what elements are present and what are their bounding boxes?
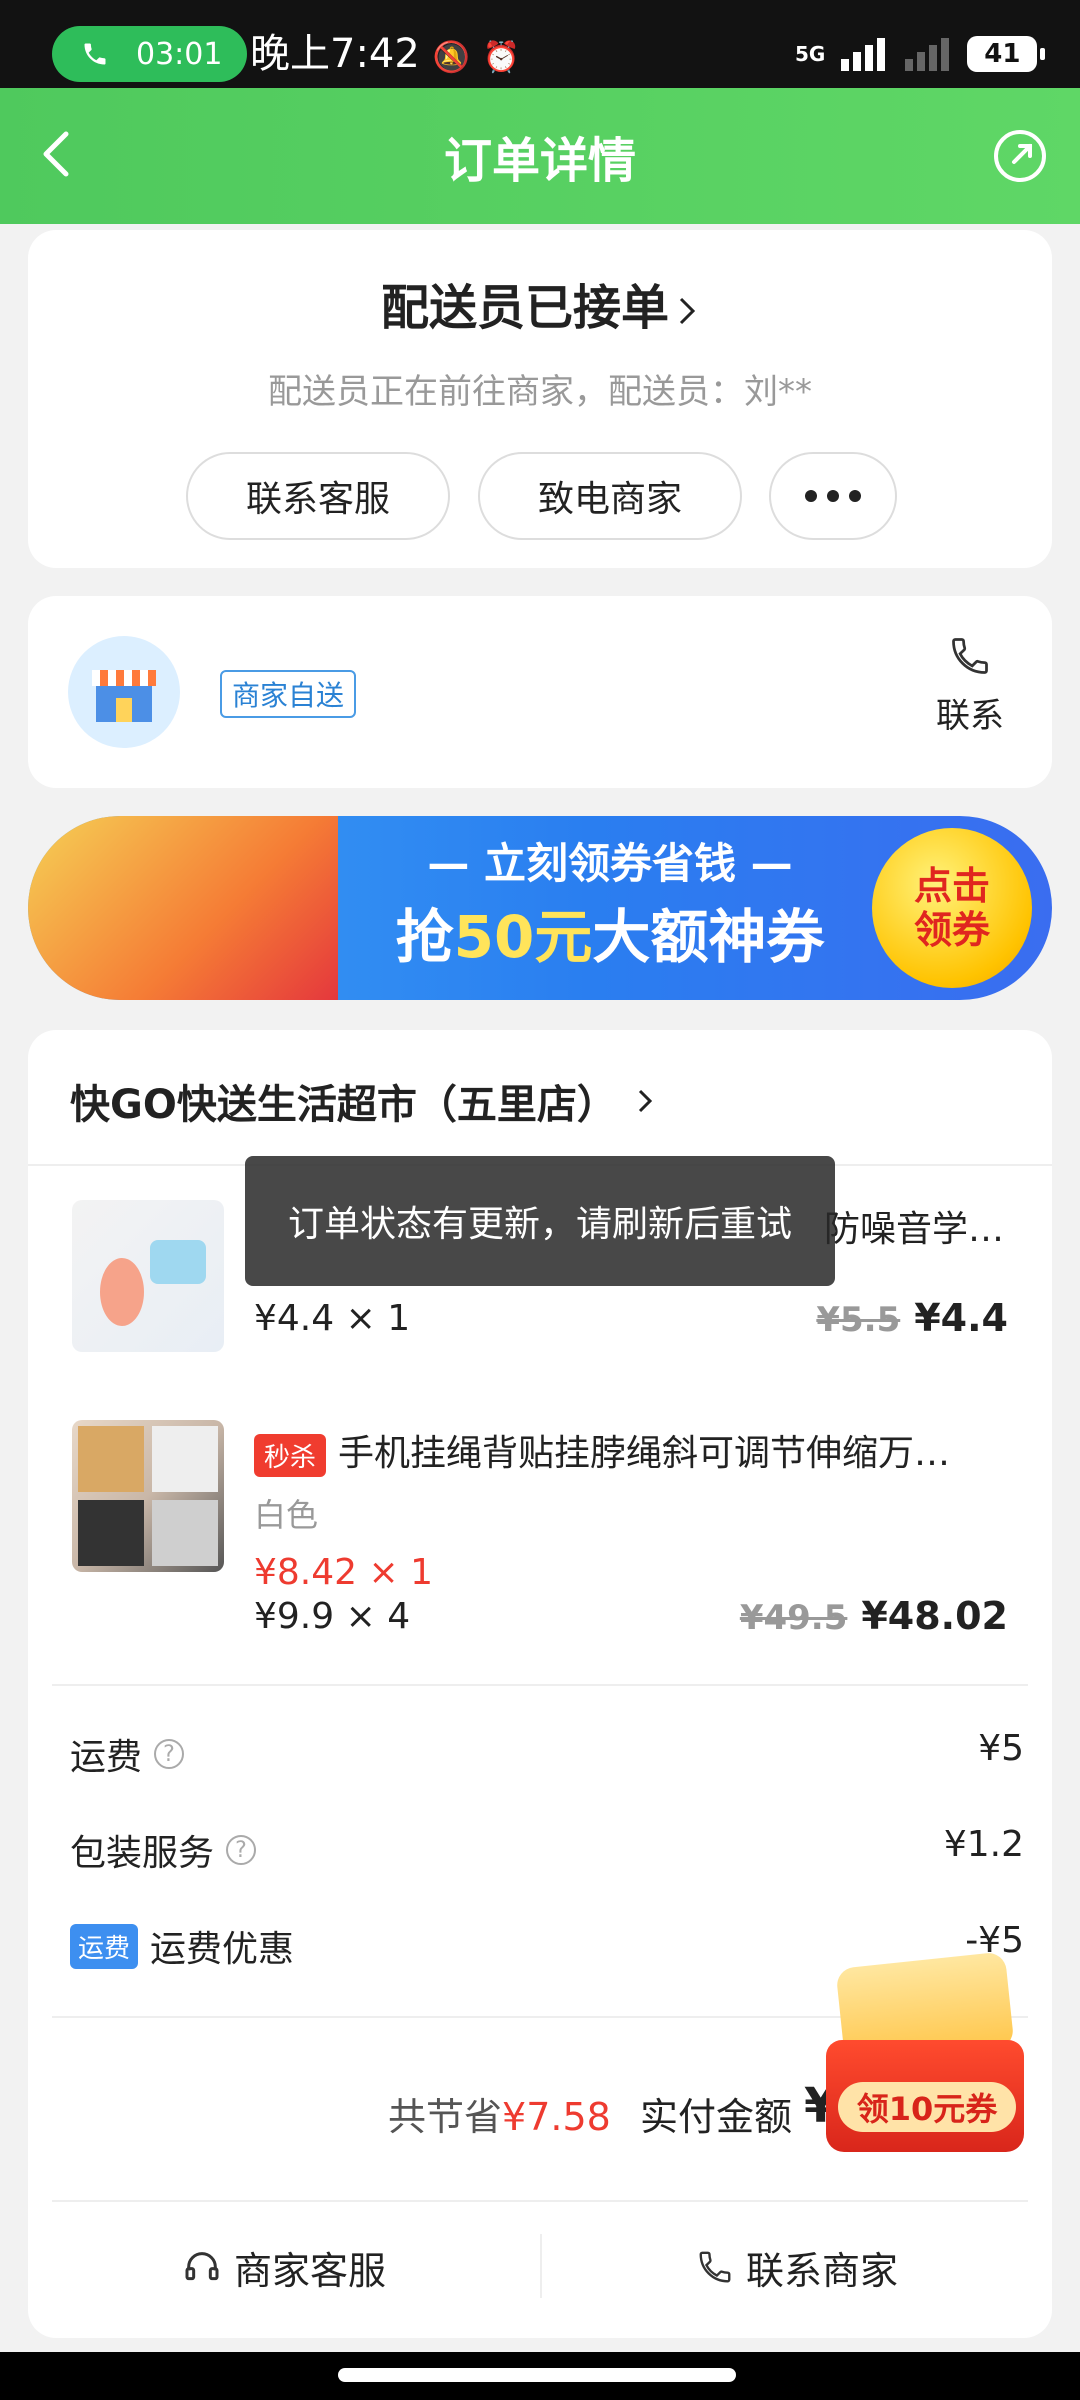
store-avatar (68, 636, 180, 748)
shipping-discount-text: 运费优惠 (150, 1929, 295, 1970)
banner-line1: — 立刻领券省钱 — (427, 839, 793, 888)
earplug-image (100, 1240, 206, 1326)
mascot-illustration (28, 816, 338, 1000)
contact-button[interactable]: 联系 (920, 634, 1020, 737)
battery-icon: 41 (967, 36, 1046, 72)
product-variant: 白色 (254, 1496, 319, 1534)
phone-lanyard-image (78, 1426, 218, 1566)
status-icons: 5G 41 (795, 32, 1046, 76)
phone-outline-icon (699, 2251, 731, 2283)
chevron-right-icon (638, 1089, 652, 1113)
contact-merchant-button[interactable]: 联系商家 (542, 2232, 1052, 2302)
battery-level: 41 (984, 39, 1021, 69)
toast-message: 订单状态有更新，请刷新后重试 (245, 1156, 835, 1286)
merchant-service-button[interactable]: 商家客服 (28, 2232, 540, 2302)
product-qty-price: ¥4.4 × 1 (254, 1298, 411, 1339)
banner-line2-suffix: 大额神券 (592, 903, 825, 971)
signal-icon (841, 38, 886, 71)
contact-merchant-label: 联系商家 (745, 2248, 898, 2293)
final-price: ¥4.4 (914, 1296, 1008, 1340)
shipping-fee-label: 运费? (70, 1728, 185, 1780)
flash-sale-badge: 秒杀 (254, 1433, 327, 1477)
shipping-fee-value: ¥5 (978, 1728, 1024, 1769)
merchant-service-label: 商家客服 (233, 2248, 386, 2293)
order-status-text: 配送员已接单 (380, 280, 669, 336)
order-status-title[interactable]: 配送员已接单 (0, 268, 1080, 338)
packaging-fee-label: 包装服务? (70, 1824, 257, 1876)
product-price: ¥49.5 ¥48.02 (740, 1594, 1008, 1638)
call-indicator-pill[interactable]: 03:01 (52, 26, 247, 82)
storefront-icon (92, 670, 156, 722)
contact-label: 联系 (936, 696, 1004, 736)
share-icon[interactable] (990, 126, 1050, 186)
store-name-link[interactable]: 快GO快送生活超市（五里店） (70, 1072, 655, 1130)
signal-icon-secondary (905, 38, 950, 71)
phone-outline-icon (952, 638, 988, 674)
store-name: 快GO快送生活超市（五里店） (70, 1082, 617, 1128)
paid-amount-label: 实付金额 (640, 2095, 793, 2139)
phone-icon (78, 37, 112, 71)
alarm-icon: ⏰ (482, 40, 520, 75)
more-dots-icon (805, 490, 861, 502)
original-price: ¥49.5 (739, 1598, 848, 1638)
banner-amount: 50元 (453, 903, 593, 971)
product-thumbnail[interactable] (72, 1200, 224, 1352)
network-type: 5G (795, 42, 826, 66)
flash-sale-qty-price: ¥8.42 × 1 (254, 1552, 434, 1593)
original-price: ¥5.5 (816, 1300, 901, 1340)
help-icon[interactable]: ? (154, 1739, 185, 1769)
banner-cta-button[interactable]: 点击领券 (872, 828, 1032, 988)
more-button[interactable] (769, 452, 897, 540)
divider (52, 2200, 1028, 2202)
help-icon[interactable]: ? (226, 1835, 257, 1865)
packaging-fee-text: 包装服务 (70, 1833, 215, 1874)
headset-icon (185, 2252, 219, 2281)
home-indicator[interactable] (338, 2368, 736, 2382)
chevron-right-icon (679, 297, 696, 325)
contact-service-button[interactable]: 联系客服 (186, 452, 450, 540)
delivery-type-tag: 商家自送 (220, 670, 357, 718)
banner-line2: 抢50元大额神券 (300, 890, 920, 974)
page-title: 订单详情 (443, 133, 636, 189)
clock-time: 晚上7:42 (250, 31, 420, 77)
shipping-fee-text: 运费 (70, 1737, 143, 1778)
savings-label: 共节省 (388, 2095, 503, 2139)
savings-summary: 共节省¥7.58 (388, 2086, 611, 2141)
claim-coupon-button[interactable]: 领10元券 (838, 2082, 1016, 2132)
product-qty-price: ¥9.9 × 4 (254, 1596, 411, 1637)
divider (52, 1684, 1028, 1686)
final-price: ¥48.02 (861, 1594, 1008, 1638)
banner-cta-label: 点击领券 (913, 864, 990, 952)
clock: 晚上7:42 🔕 ⏰ (250, 28, 520, 84)
shipping-discount-label: 运费 运费优惠 (70, 1920, 294, 1972)
product-title-text: 手机挂绳背贴挂脖绳斜可调节伸缩万… (338, 1433, 951, 1474)
call-merchant-button[interactable]: 致电商家 (478, 452, 742, 540)
order-status-subtitle: 配送员正在前往商家，配送员：刘** (268, 372, 812, 412)
mute-icon: 🔕 (432, 40, 470, 75)
savings-value: ¥7.58 (502, 2095, 611, 2139)
delivery-card (28, 596, 1052, 788)
call-timer: 03:01 (136, 36, 223, 72)
shipping-tag: 运费 (70, 1923, 139, 1969)
packaging-fee-value: ¥1.2 (943, 1824, 1024, 1865)
product-price: ¥5.5 ¥4.4 (816, 1296, 1008, 1340)
banner-line2-prefix: 抢 (395, 903, 454, 971)
product-thumbnail[interactable] (72, 1420, 224, 1572)
product-title[interactable]: 秒杀 手机挂绳背贴挂脖绳斜可调节伸缩万… (254, 1424, 1004, 1477)
